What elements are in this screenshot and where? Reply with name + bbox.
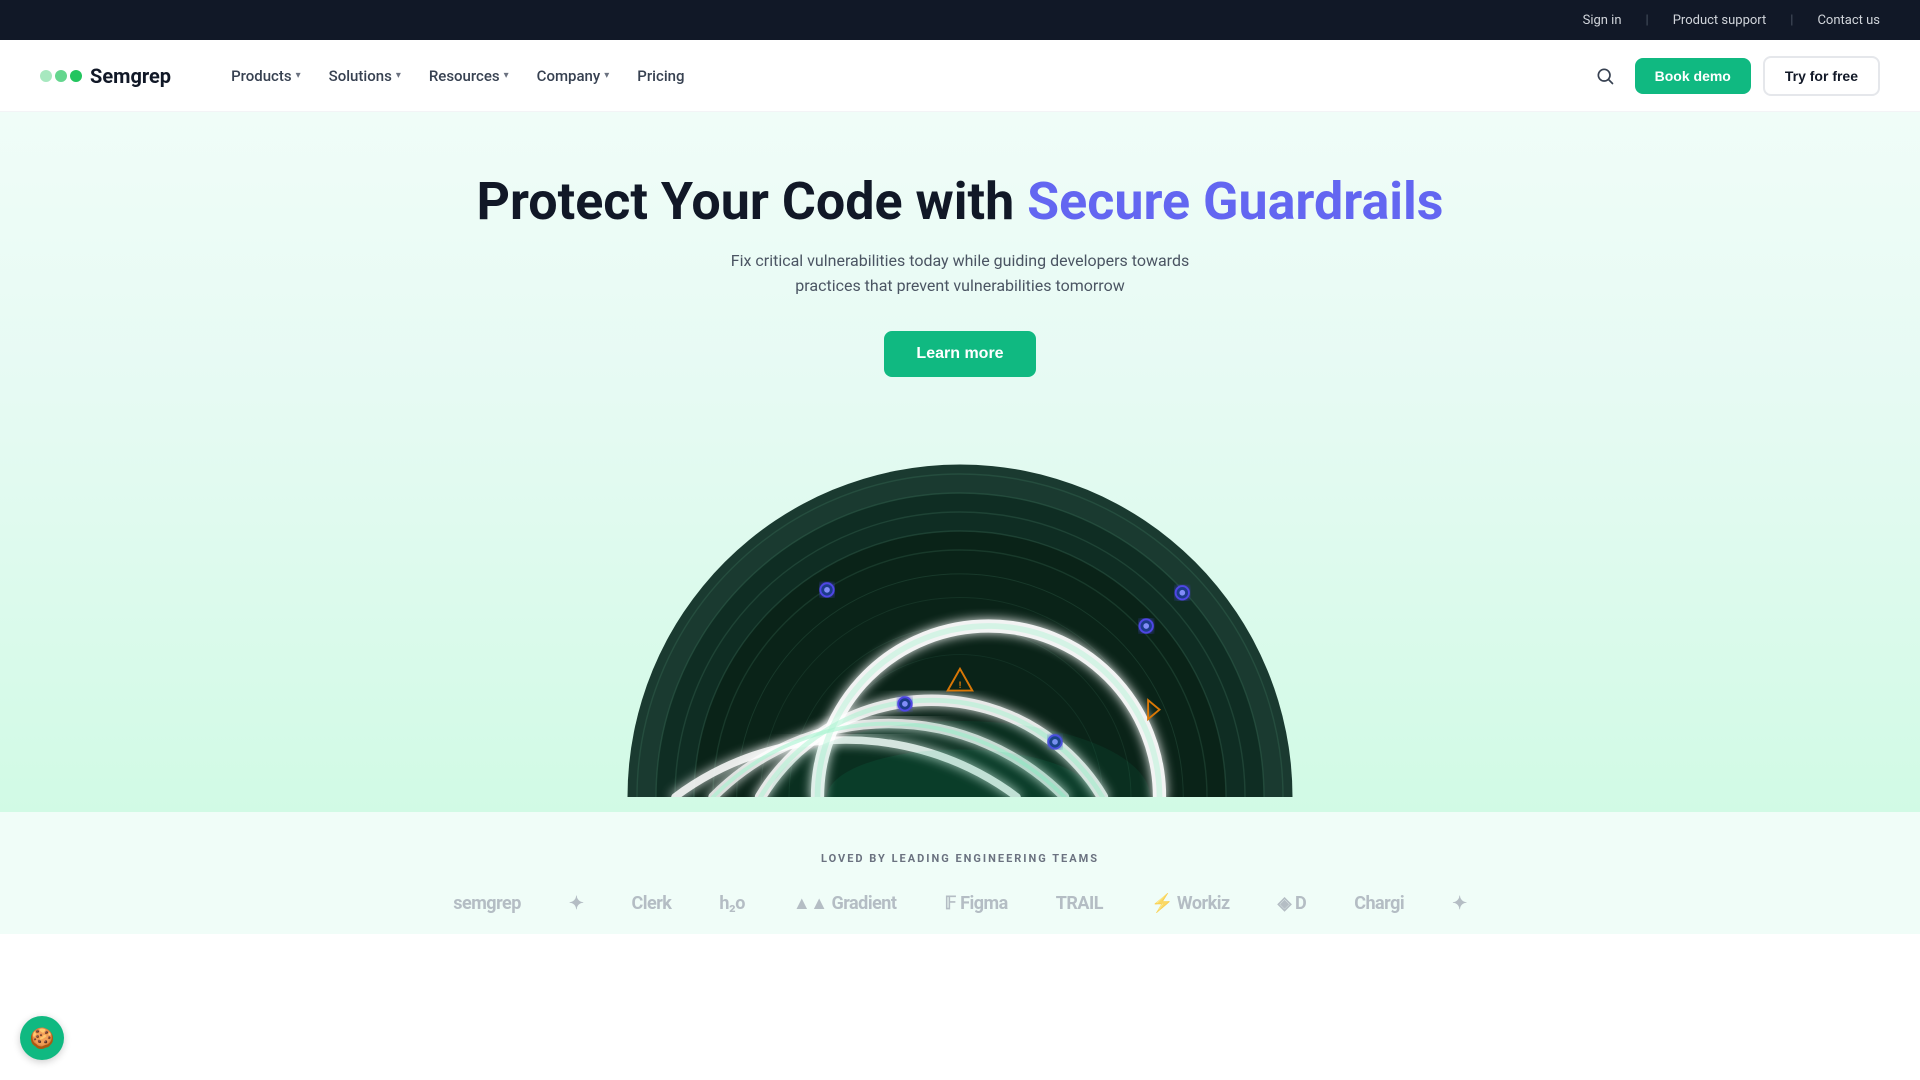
hero-subtitle: Fix critical vulnerabilities today while… <box>720 248 1200 299</box>
chevron-down-icon-resources: ▾ <box>504 70 509 81</box>
hero-title-accent: Secure Guardrails <box>1027 171 1443 232</box>
nav-item-company[interactable]: Company ▾ <box>525 59 622 93</box>
logo-circle-2 <box>55 70 67 82</box>
logo-circle-3 <box>70 70 82 82</box>
search-icon <box>1595 66 1615 86</box>
divider2: | <box>1790 13 1793 28</box>
contact-us-link[interactable]: Contact us <box>1817 13 1880 28</box>
hero-title-text: Protect Your Code with <box>476 171 1027 232</box>
product-support-link[interactable]: Product support <box>1673 13 1767 28</box>
brand-chargi: Chargi <box>1354 893 1404 914</box>
svg-text:!: ! <box>959 680 962 691</box>
hero-visual: ! <box>580 417 1340 797</box>
divider1: | <box>1646 13 1649 28</box>
brand-h2o: h₂o <box>719 893 744 914</box>
nav-label-pricing: Pricing <box>637 67 684 85</box>
navbar: Semgrep Products ▾ Solutions ▾ Resources… <box>0 40 1920 112</box>
nav-label-company: Company <box>537 67 601 85</box>
nav-item-solutions[interactable]: Solutions ▾ <box>317 59 413 93</box>
loved-label: LOVED BY LEADING ENGINEERING TEAMS <box>40 852 1880 865</box>
brand-d: ◈ D <box>1278 893 1307 914</box>
chevron-down-icon-company: ▾ <box>604 70 609 81</box>
nav-label-products: Products <box>231 67 292 85</box>
nav-right: Book demo Try for free <box>1587 56 1880 96</box>
logo-circles <box>40 70 82 82</box>
nav-item-resources[interactable]: Resources ▾ <box>417 59 521 93</box>
nav-item-pricing[interactable]: Pricing <box>625 59 696 93</box>
brand-gradient: ▲▲ Gradient <box>793 893 897 914</box>
chevron-down-icon-products: ▾ <box>296 70 301 81</box>
nav-links: Products ▾ Solutions ▾ Resources ▾ Compa… <box>219 59 1587 93</box>
arc-container: ! <box>580 417 1340 797</box>
arc-svg: ! <box>580 417 1340 797</box>
chevron-down-icon-solutions: ▾ <box>396 70 401 81</box>
nav-label-solutions: Solutions <box>329 67 392 85</box>
top-bar: Sign in | Product support | Contact us <box>0 0 1920 40</box>
hero-title: Protect Your Code with Secure Guardrails <box>476 172 1443 232</box>
nav-label-resources: Resources <box>429 67 500 85</box>
brand-star1: ✦ <box>569 893 584 914</box>
brand-figma: 𝔽 Figma <box>944 893 1007 914</box>
brand-clerk: Clerk <box>631 893 671 914</box>
try-for-free-button[interactable]: Try for free <box>1763 56 1880 96</box>
nav-item-products[interactable]: Products ▾ <box>219 59 313 93</box>
logo-row: semgrep ✦ Clerk h₂o ▲▲ Gradient 𝔽 Figma … <box>40 893 1880 914</box>
search-button[interactable] <box>1587 58 1623 94</box>
sign-in-link[interactable]: Sign in <box>1583 13 1622 28</box>
logo-text: Semgrep <box>90 64 171 88</box>
logo[interactable]: Semgrep <box>40 64 171 88</box>
cookie-button[interactable]: 🍪 <box>20 1016 64 1060</box>
loved-section: LOVED BY LEADING ENGINEERING TEAMS semgr… <box>0 812 1920 934</box>
brand-workiz: ⚡ Workiz <box>1151 893 1230 914</box>
logo-circle-1 <box>40 70 52 82</box>
brand-trail: TRAIL <box>1056 893 1103 914</box>
brand-star2: ✦ <box>1452 893 1467 914</box>
book-demo-button[interactable]: Book demo <box>1635 58 1751 94</box>
hero-section: Protect Your Code with Secure Guardrails… <box>0 112 1920 812</box>
cookie-icon: 🍪 <box>30 1026 55 1051</box>
brand-semgrep: semgrep <box>453 893 521 914</box>
learn-more-button[interactable]: Learn more <box>884 331 1035 377</box>
